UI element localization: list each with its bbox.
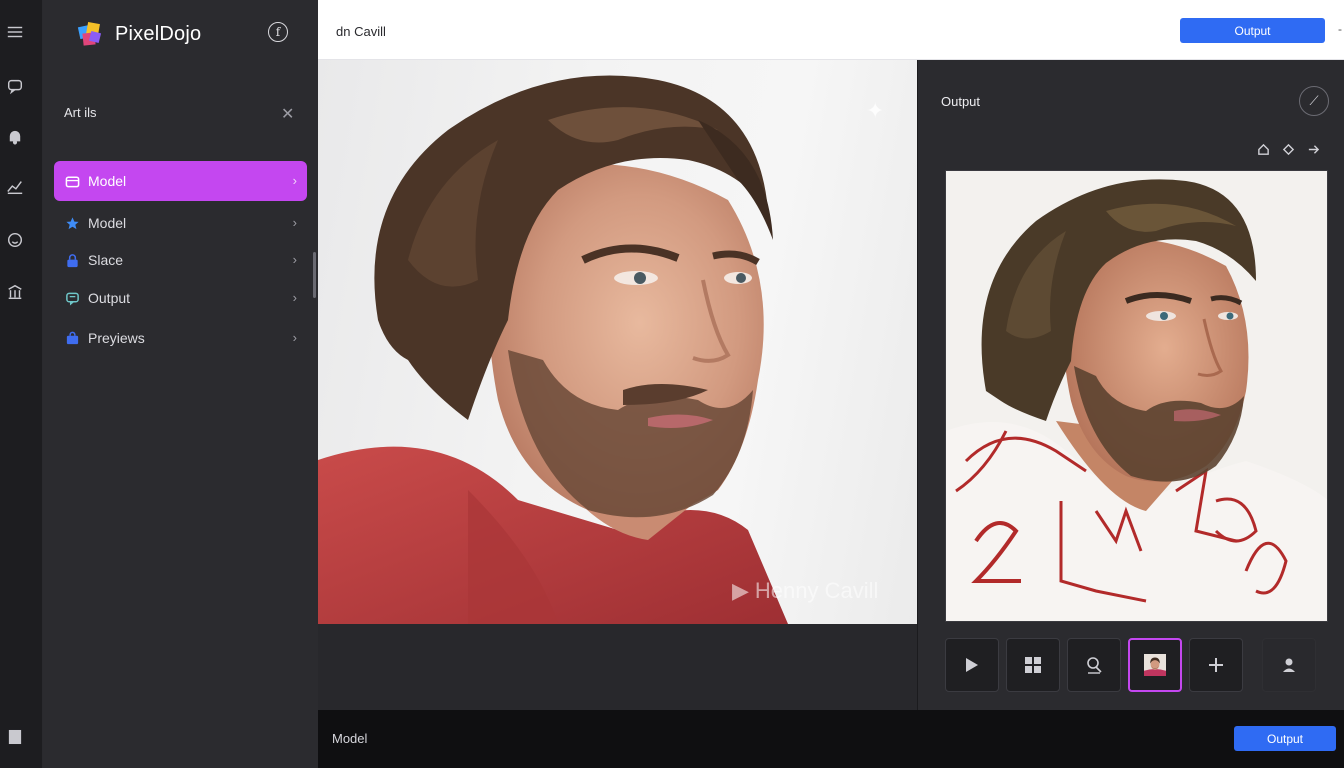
zoom-thumbnail[interactable] <box>1067 638 1121 692</box>
overflow-caret-icon[interactable]: - <box>1338 22 1342 36</box>
sidebar-item-previews[interactable]: Preyiews › <box>54 318 307 358</box>
brand-name: PixelDojo <box>115 22 202 45</box>
model-label: Model <box>332 731 368 746</box>
sidebar-item-slace[interactable]: Slace › <box>54 240 307 280</box>
sidebar-nav: Model › Model › Slace › Output › Preyiew… <box>54 161 307 358</box>
sidebar-item-output[interactable]: Output › <box>54 278 307 318</box>
smile-icon[interactable] <box>5 230 25 250</box>
user-icon <box>1283 658 1295 672</box>
play-thumbnail[interactable] <box>945 638 999 692</box>
output-thumbnail-strip <box>945 638 1316 692</box>
lock-icon <box>64 252 80 268</box>
grid-icon <box>1025 657 1041 673</box>
sidebar-item-model-active[interactable]: Model › <box>54 161 307 201</box>
sidebar-item-label: Model <box>88 173 127 189</box>
sidebar-item-label: Preyiews <box>88 330 145 346</box>
output-panel-title: Output <box>941 94 981 109</box>
share-icon[interactable] <box>1306 142 1320 156</box>
chevron-right-icon: › <box>292 215 297 230</box>
chevron-right-icon: › <box>292 290 297 305</box>
bag-icon <box>64 330 80 346</box>
output-toolbar <box>1256 142 1320 156</box>
sparkle-icon: ✦ <box>866 98 885 123</box>
plus-icon <box>1209 658 1223 672</box>
play-icon <box>966 658 978 672</box>
user-thumbnail[interactable] <box>1262 638 1316 692</box>
pixeldojo-logo-icon <box>77 20 105 48</box>
menu-icon[interactable] <box>5 22 25 42</box>
top-bar: dn Cavill Output - <box>318 0 1344 60</box>
add-thumbnail[interactable] <box>1189 638 1243 692</box>
sidebar-item-label: Slace <box>88 252 124 268</box>
image-watermark: ▶ Henny Cavill <box>732 578 878 604</box>
output-image[interactable] <box>945 170 1328 622</box>
bell-icon[interactable] <box>5 127 25 147</box>
library-icon[interactable] <box>5 282 25 302</box>
tag-icon[interactable] <box>1281 142 1295 156</box>
chat-icon[interactable] <box>5 76 25 96</box>
folder-icon <box>64 173 80 189</box>
chevron-right-icon: › <box>292 330 297 345</box>
zoom-icon <box>1087 657 1102 674</box>
play-icon: ▶ <box>732 578 749 603</box>
sidebar-item-label: Output <box>88 290 131 306</box>
panel-title: Art ils <box>64 105 97 120</box>
output-panel: Output ⟋ <box>917 60 1344 710</box>
bottom-bar: Model Output <box>318 710 1344 768</box>
watermark-text: Henny Cavill <box>754 578 879 603</box>
main-canvas[interactable]: ✦ ▶ Henny Cavill <box>318 60 917 624</box>
sidebar-scrollbar[interactable] <box>313 252 316 298</box>
portrait-thumbnail-image <box>1144 654 1166 676</box>
brand[interactable]: PixelDojo <box>77 20 201 48</box>
sidebar-item-label: Model <box>88 215 127 231</box>
close-icon[interactable]: ✕ <box>281 104 294 124</box>
edit-action-button[interactable]: ⟋ <box>1299 86 1329 116</box>
selected-portrait-thumbnail[interactable] <box>1128 638 1182 692</box>
chevron-right-icon: › <box>292 173 297 188</box>
grid-thumbnail[interactable] <box>1006 638 1060 692</box>
chevron-right-icon: › <box>292 252 297 267</box>
canvas-footer <box>318 624 917 710</box>
home-icon[interactable] <box>1256 142 1270 156</box>
chart-icon[interactable] <box>5 177 25 197</box>
bookmark-icon[interactable] <box>5 727 25 747</box>
output-portrait <box>946 171 1327 621</box>
output-button-bottom[interactable]: Output <box>1234 726 1336 751</box>
info-button[interactable]: f <box>268 22 288 42</box>
sidebar: PixelDojo f Art ils ✕ Model › Model › Sl… <box>43 0 318 768</box>
sidebar-item-model[interactable]: Model › <box>54 203 307 243</box>
chat-bubble-icon <box>64 290 80 306</box>
icon-rail <box>0 0 43 768</box>
star-icon <box>64 215 80 231</box>
app-window: PixelDojo f Art ils ✕ Model › Model › Sl… <box>0 0 1344 768</box>
document-title: dn Cavill <box>336 24 386 39</box>
portrait-image <box>318 75 788 624</box>
output-button-top[interactable]: Output <box>1180 18 1325 43</box>
